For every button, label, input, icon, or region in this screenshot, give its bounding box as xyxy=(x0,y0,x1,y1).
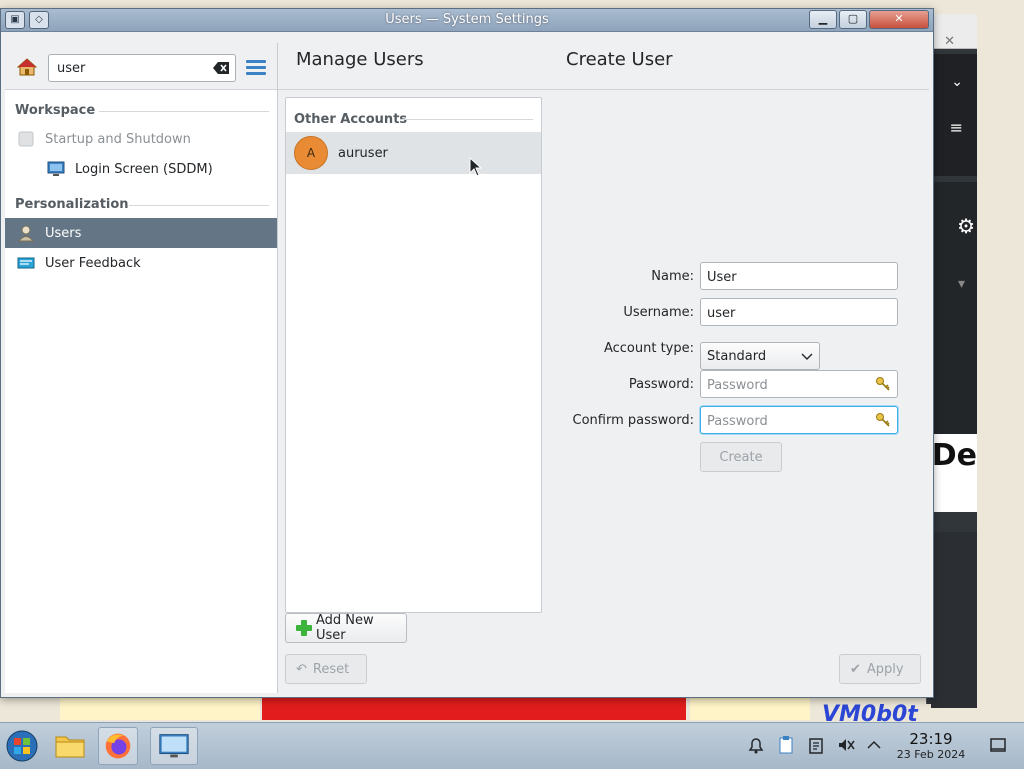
create-button[interactable]: Create xyxy=(700,442,782,472)
clipboard-manager-icon[interactable] xyxy=(806,735,826,755)
chevron-up-icon[interactable] xyxy=(864,735,884,755)
firefox-taskbar-button[interactable] xyxy=(98,727,138,765)
clear-text-icon[interactable] xyxy=(213,62,229,74)
users-icon xyxy=(17,225,35,242)
name-label: Name: xyxy=(651,269,694,284)
category-workspace: Workspace xyxy=(15,103,96,118)
close-icon: ✕ xyxy=(944,34,955,49)
sidebar-item-startup-shutdown[interactable]: Startup and Shutdown xyxy=(5,124,277,154)
home-icon[interactable] xyxy=(17,58,37,76)
firefox-icon xyxy=(105,733,131,759)
sidebar-item-label: Startup and Shutdown xyxy=(45,131,191,147)
accounts-list: Other Accounts A auruser xyxy=(285,97,542,613)
search-field[interactable] xyxy=(48,54,236,82)
name-field[interactable] xyxy=(700,262,898,290)
apply-button[interactable]: ✔ Apply xyxy=(839,654,921,684)
username-label: Username: xyxy=(623,305,694,320)
account-type-select[interactable]: Standard xyxy=(700,342,820,370)
sidebar-item-login-screen[interactable]: Login Screen (SDDM) xyxy=(5,154,277,184)
menu-icon: ≡ xyxy=(949,118,963,137)
confirm-password-input[interactable] xyxy=(705,413,869,430)
username-input[interactable] xyxy=(705,305,869,322)
clipboard-icon[interactable] xyxy=(776,735,796,755)
start-menu-icon[interactable] xyxy=(2,727,42,765)
taskbar xyxy=(0,722,1024,769)
feedback-icon xyxy=(17,257,35,269)
divider xyxy=(400,119,533,120)
password-label: Password: xyxy=(628,377,694,392)
account-type-label: Account type: xyxy=(603,341,694,356)
header-divider xyxy=(278,89,929,90)
chevron-down-icon: ⌄ xyxy=(951,74,963,90)
mouse-cursor-icon xyxy=(469,157,483,177)
sidebar-item-users[interactable]: Users xyxy=(5,218,277,248)
confirm-password-field[interactable] xyxy=(700,406,898,434)
volume-muted-icon[interactable] xyxy=(836,735,856,755)
avatar: A xyxy=(294,136,328,170)
key-icon[interactable] xyxy=(875,412,891,428)
key-icon[interactable] xyxy=(875,376,891,392)
file-manager-icon[interactable] xyxy=(50,727,90,765)
gear-icon: ⚙ xyxy=(957,214,975,238)
chevron-down-icon xyxy=(801,353,813,360)
power-icon xyxy=(18,131,34,147)
reset-icon: ↶ xyxy=(296,661,307,677)
sidebar-item-label: Users xyxy=(45,225,82,241)
sidebar-header xyxy=(5,43,277,90)
notification-bell-icon[interactable] xyxy=(746,735,766,755)
background-heading: De xyxy=(931,438,977,473)
divider xyxy=(99,111,269,112)
checkmark-icon: ✔ xyxy=(850,661,861,677)
password-input[interactable] xyxy=(705,377,869,394)
system-settings-taskbar-button[interactable] xyxy=(150,727,198,765)
manage-users-heading: Manage Users xyxy=(296,49,424,70)
category-personalization: Personalization xyxy=(15,197,129,212)
close-button[interactable]: ✕ xyxy=(869,10,929,29)
search-input[interactable] xyxy=(55,60,209,77)
create-user-heading: Create User xyxy=(566,49,673,70)
username-field[interactable] xyxy=(700,298,898,326)
show-desktop-icon[interactable] xyxy=(988,735,1008,755)
sidebar-item-user-feedback[interactable]: User Feedback xyxy=(5,248,277,278)
hamburger-menu-icon[interactable] xyxy=(246,60,266,76)
title-bar[interactable]: ▣ ◇ Users — System Settings ▁ ▢ ✕ xyxy=(1,9,933,32)
monitor-icon xyxy=(47,161,65,176)
list-item[interactable]: A auruser xyxy=(286,132,541,174)
sidebar: Workspace Startup and Shutdown Login Scr… xyxy=(5,43,278,693)
sidebar-item-label: Login Screen (SDDM) xyxy=(75,161,213,177)
reset-button[interactable]: ↶ Reset xyxy=(285,654,367,684)
plus-icon xyxy=(296,620,312,636)
account-name: auruser xyxy=(338,145,388,161)
password-field[interactable] xyxy=(700,370,898,398)
section-label: Other Accounts xyxy=(294,112,408,127)
sidebar-item-label: User Feedback xyxy=(45,255,141,271)
add-new-user-button[interactable]: Add New User xyxy=(285,613,407,643)
dropdown-arrow-icon: ▾ xyxy=(957,276,965,292)
settings-window: ▣ ◇ Users — System Settings ▁ ▢ ✕ user W… xyxy=(0,8,934,698)
confirm-password-label: Confirm password: xyxy=(572,413,694,428)
system-settings-icon xyxy=(159,734,189,758)
clock-time[interactable]: 23:19 xyxy=(896,730,966,748)
clock-date[interactable]: 23 Feb 2024 xyxy=(890,748,972,761)
name-input[interactable] xyxy=(705,269,869,286)
window-title: Users — System Settings xyxy=(385,12,549,27)
divider xyxy=(129,205,269,206)
minimize-button[interactable]: ▁ xyxy=(809,10,837,29)
maximize-button[interactable]: ▢ xyxy=(839,10,867,29)
